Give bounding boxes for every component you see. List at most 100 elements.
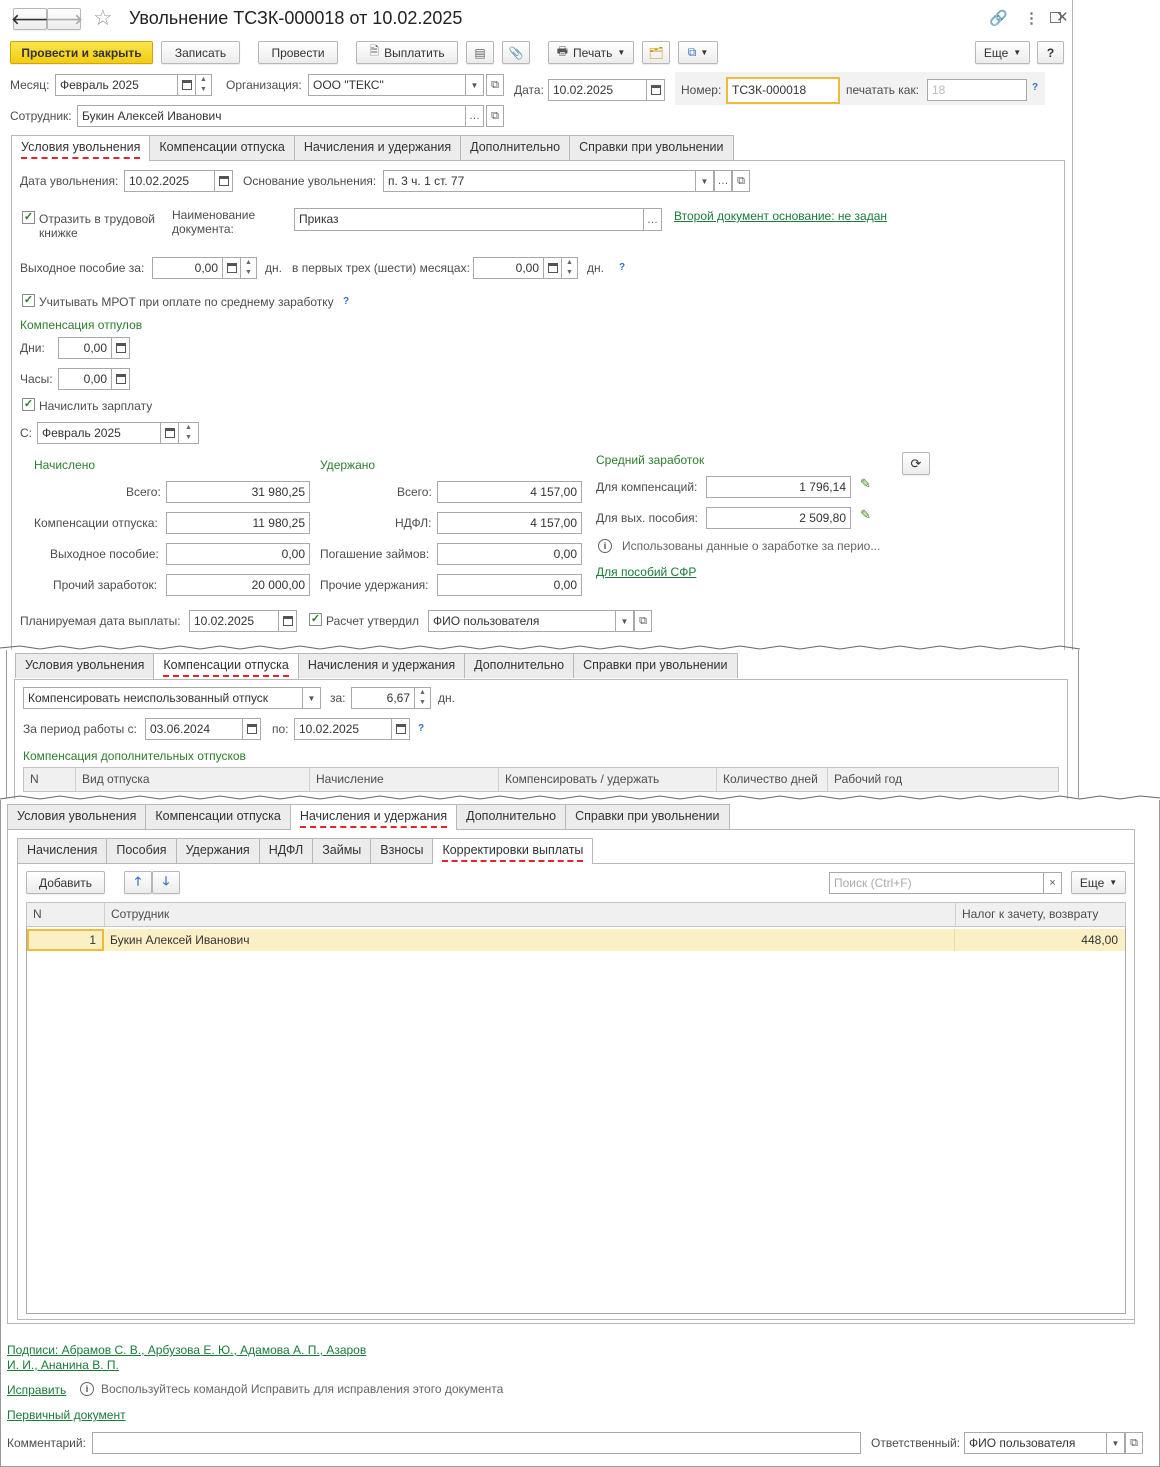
col-n[interactable]: N [27, 903, 105, 926]
search-clear-button[interactable]: × [1044, 872, 1062, 894]
report-button[interactable]: ▤ [466, 41, 494, 64]
from-spinner[interactable]: ▲ ▼ [179, 422, 199, 444]
table-row[interactable]: 1 Букин Алексей Иванович 448,00 [27, 929, 1125, 951]
dismissal-calendar-button[interactable] [215, 170, 233, 192]
employee-select-button[interactable]: … [466, 105, 484, 127]
tab-accruals-3[interactable]: Начисления и удержания [289, 804, 458, 830]
row-tax[interactable]: 448,00 [955, 929, 1124, 951]
tab-conditions-2[interactable]: Условия увольнения [15, 653, 155, 678]
forward-button[interactable]: 🡒 [45, 8, 83, 30]
row-n[interactable]: 1 [27, 929, 104, 951]
more-button[interactable]: Еще ▼ [975, 41, 1030, 64]
tab-certificates[interactable]: Справки при увольнении [569, 135, 734, 160]
move-down-button[interactable]: 🡓 [152, 871, 180, 894]
edit-sev-pencil-icon[interactable]: ✎ [860, 508, 874, 522]
col-accrual[interactable]: Начисление [310, 768, 499, 791]
reason-dropdown-button[interactable]: ▼ [696, 170, 714, 192]
date-calendar-button[interactable] [647, 79, 665, 101]
days-calc-button[interactable] [112, 337, 130, 359]
responsible-field[interactable]: ФИО пользователя [964, 1432, 1107, 1454]
date-field[interactable]: 10.02.2025 [548, 79, 647, 101]
from-field[interactable]: Февраль 2025 [37, 422, 161, 444]
comp-for-spinner[interactable]: ▲ ▼ [415, 687, 431, 709]
window-close-icon[interactable]: ✕ [1056, 8, 1069, 26]
row-employee[interactable]: Букин Алексей Иванович [104, 929, 955, 951]
severance-field[interactable]: 0,00 [152, 257, 223, 279]
first-months-calc-button[interactable] [544, 257, 562, 279]
mrot-checkbox[interactable]: ✓ [22, 294, 35, 307]
sfr-link[interactable]: Для пособий СФР [596, 565, 696, 579]
second-doc-link[interactable]: Второй документ основание: не задан [674, 209, 887, 223]
search-input[interactable]: Поиск (Ctrl+F) [829, 872, 1044, 894]
create-based-button[interactable]: ⧉ ▼ [678, 41, 718, 64]
print-as-help-icon[interactable]: ? [1032, 82, 1038, 93]
org-dropdown-button[interactable]: ▼ [466, 74, 484, 96]
favorite-star-icon[interactable]: ☆ [93, 5, 113, 31]
tab-accruals[interactable]: Начисления и удержания [293, 135, 462, 160]
save-button[interactable]: Записать [161, 41, 240, 64]
period-to-calendar-button[interactable] [392, 718, 410, 740]
tab-compensation-2[interactable]: Компенсации отпуска [153, 653, 299, 679]
tab-additional-3[interactable]: Дополнительно [456, 804, 567, 829]
col-n[interactable]: N [24, 768, 76, 791]
back-button[interactable]: 🡐 [11, 8, 49, 30]
period-from-calendar-button[interactable] [243, 718, 261, 740]
salary-checkbox[interactable]: ✓ [22, 398, 35, 411]
subtab-payment-corrections[interactable]: Корректировки выплаты [432, 838, 594, 864]
col-days[interactable]: Количество дней [717, 768, 828, 791]
comp-type-dropdown-button[interactable]: ▼ [303, 687, 321, 709]
approved-checkbox[interactable]: ✓ [309, 613, 322, 626]
hours-calc-button[interactable] [112, 368, 130, 390]
doc-name-select-button[interactable]: … [644, 208, 662, 231]
dismissal-date-field[interactable]: 10.02.2025 [124, 170, 215, 192]
tab-additional-2[interactable]: Дополнительно [464, 653, 575, 678]
subtab-ndfl[interactable]: НДФЛ [258, 838, 314, 863]
fix-link[interactable]: Исправить [7, 1383, 66, 1397]
col-work-year[interactable]: Рабочий год [828, 768, 1058, 791]
pay-button[interactable]: 🗎 Выплатить [356, 41, 458, 64]
employee-open-button[interactable]: ⧉ [486, 105, 504, 127]
severance-calc-button[interactable] [223, 257, 241, 279]
responsible-open-button[interactable]: ⧉ [1125, 1432, 1143, 1454]
col-vacation-type[interactable]: Вид отпуска [76, 768, 310, 791]
month-field[interactable]: Февраль 2025 [55, 74, 178, 96]
org-open-button[interactable]: ⧉ [486, 74, 504, 96]
approved-dropdown-button[interactable]: ▼ [616, 610, 634, 632]
attach-button[interactable]: 📎 [502, 41, 530, 64]
comp-for-field[interactable]: 6,67 [351, 687, 415, 709]
subtab-contributions[interactable]: Взносы [370, 838, 434, 863]
first-months-field[interactable]: 0,00 [473, 257, 544, 279]
days-field[interactable]: 0,00 [58, 337, 112, 359]
link-icon[interactable]: 🔗 [989, 9, 1008, 27]
tab-certificates-2[interactable]: Справки при увольнении [573, 653, 738, 678]
pay-date-field[interactable]: 10.02.2025 [189, 610, 279, 632]
refresh-button[interactable]: ⟳ [902, 452, 930, 475]
workbook-checkbox[interactable]: ✓ [22, 211, 35, 224]
post-button[interactable]: Провести [258, 41, 338, 64]
reason-field[interactable]: п. 3 ч. 1 ст. 77 [383, 170, 696, 192]
subtab-withholdings[interactable]: Удержания [175, 838, 260, 863]
from-calendar-button[interactable] [161, 422, 179, 444]
reason-open-button[interactable]: ⧉ [732, 170, 750, 192]
tab-conditions[interactable]: Условия увольнения [11, 135, 151, 161]
help-button[interactable]: ? [1037, 41, 1064, 64]
comp-type-field[interactable]: Компенсировать неиспользованный отпуск [23, 687, 303, 709]
responsible-dropdown-button[interactable]: ▼ [1107, 1432, 1125, 1454]
number-field[interactable]: ТСЗК-000018 [726, 77, 840, 104]
tab-compensation-3[interactable]: Компенсации отпуска [145, 804, 291, 829]
tab-compensation[interactable]: Компенсации отпуска [149, 135, 295, 160]
subtab-accruals[interactable]: Начисления [17, 838, 108, 863]
structure-button[interactable]: 🗂 [642, 41, 670, 64]
signatures-link[interactable]: Подписи: Абрамов С. В., Арбузова Е. Ю., … [7, 1343, 366, 1373]
print-button[interactable]: 🖶 Печать ▼ [548, 41, 634, 64]
subtab-benefits[interactable]: Пособия [106, 838, 177, 863]
mrot-help-icon[interactable]: ? [343, 296, 349, 307]
period-from-field[interactable]: 03.06.2024 [145, 718, 243, 740]
edit-comp-pencil-icon[interactable]: ✎ [860, 477, 874, 491]
doc-name-field[interactable]: Приказ [294, 208, 644, 231]
col-tax[interactable]: Налог к зачету, возврату [956, 903, 1125, 926]
period-to-field[interactable]: 10.02.2025 [294, 718, 392, 740]
col-compensate[interactable]: Компенсировать / удержать [499, 768, 717, 791]
more-vertical-icon[interactable]: ⋮ [1024, 9, 1039, 27]
primary-doc-link[interactable]: Первичный документ [7, 1408, 126, 1422]
